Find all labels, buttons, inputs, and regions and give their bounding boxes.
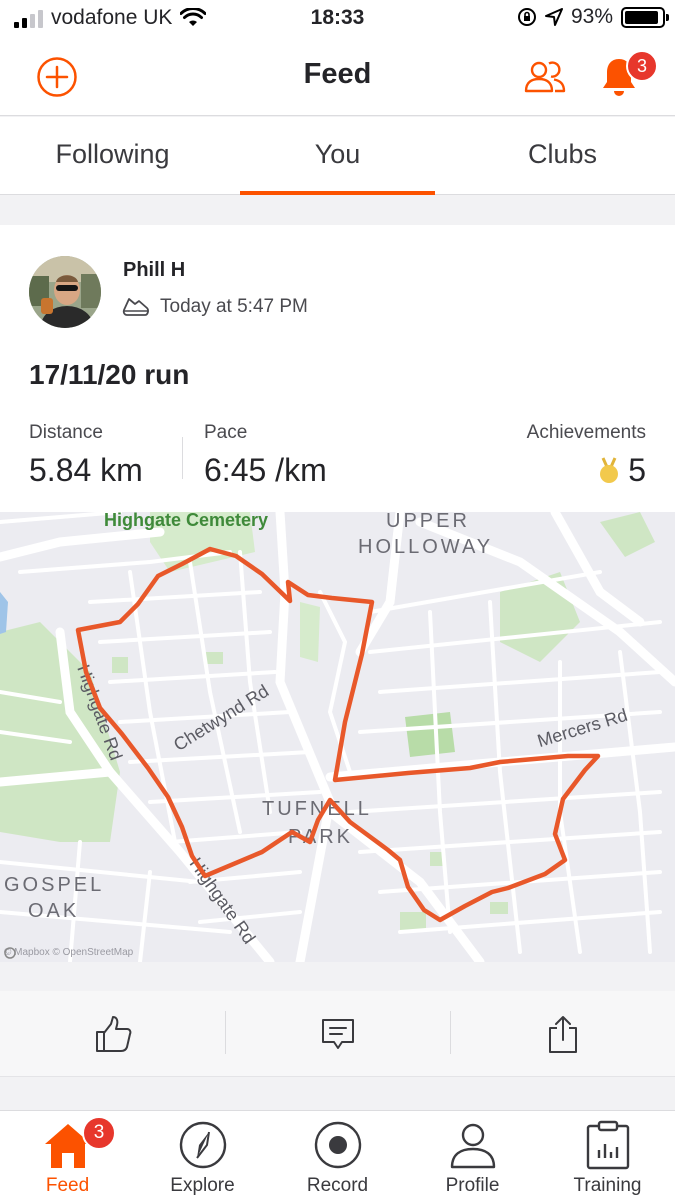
notification-badge: 3	[626, 50, 658, 82]
nav-record[interactable]: Record	[270, 1111, 405, 1200]
avatar[interactable]	[29, 256, 101, 328]
nav-explore[interactable]: Explore	[135, 1111, 270, 1200]
nav-profile[interactable]: Profile	[405, 1111, 540, 1200]
nav-record-label: Record	[306, 1175, 369, 1196]
activity-card[interactable]: Phill H Today at 5:47 PM 17/11/20 run Di…	[0, 225, 675, 512]
share-button[interactable]	[450, 991, 675, 1076]
activity-meta: Today at 5:47 PM	[122, 295, 308, 319]
activity-actions	[0, 991, 675, 1077]
comment-button[interactable]	[225, 991, 450, 1076]
distance-stat: Distance 5.84 km	[29, 422, 143, 489]
tab-clubs[interactable]: Clubs	[450, 117, 675, 194]
pace-label: Pace	[204, 422, 248, 443]
battery-percent: 93%	[570, 5, 613, 28]
compass-icon	[179, 1121, 226, 1169]
notifications-button[interactable]: 3	[596, 50, 658, 102]
distance-label: Distance	[29, 422, 103, 443]
tab-you[interactable]: You	[225, 117, 450, 195]
nav-training[interactable]: Training	[540, 1111, 675, 1200]
comment-icon	[321, 1018, 354, 1049]
nav-explore-label: Explore	[170, 1175, 235, 1196]
status-bar: vodafone UK 18:33 93%	[0, 0, 675, 40]
medal-icon	[600, 456, 619, 483]
page-title: Feed	[303, 58, 372, 90]
achievements-label: Achievements	[526, 422, 646, 443]
nav-feed[interactable]: 3 Feed	[0, 1111, 135, 1200]
shoe-icon	[122, 298, 149, 316]
status-right: 93%	[517, 5, 669, 29]
activity-timestamp: Today at 5:47 PM	[160, 296, 308, 317]
stat-divider	[182, 437, 183, 479]
route-line	[75, 546, 601, 923]
kudos-button[interactable]	[0, 991, 225, 1076]
map-attribution[interactable]: © Mapbox © OpenStreetMap	[4, 947, 133, 959]
record-icon	[314, 1121, 361, 1169]
distance-value: 5.84 km	[29, 452, 143, 488]
mapbox-logo-icon	[4, 947, 16, 959]
location-arrow-icon	[544, 8, 563, 26]
athlete-name[interactable]: Phill H	[123, 259, 185, 282]
app-header: Feed 3	[0, 40, 675, 116]
achievements-stat[interactable]: Achievements 5	[527, 422, 646, 489]
achievements-value: 5	[628, 452, 646, 488]
nav-profile-label: Profile	[445, 1175, 500, 1196]
nav-feed-label: Feed	[45, 1175, 90, 1196]
route-map[interactable]: Highgate Cemetery UPPER HOLLOWAY Chetwyn…	[0, 512, 675, 962]
feed-tabs: Following You Clubs	[0, 117, 675, 195]
tab-following[interactable]: Following	[0, 117, 225, 194]
feed-badge: 3	[82, 1116, 116, 1150]
people-icon	[524, 61, 566, 93]
pace-value: 6:45 /km	[204, 452, 327, 488]
thumbs-up-icon	[95, 1015, 131, 1052]
bottom-nav: 3 Feed Explore Record Profile Training	[0, 1110, 675, 1200]
find-friends-button[interactable]	[522, 54, 568, 100]
training-clipboard-icon	[586, 1120, 629, 1170]
battery-icon	[621, 6, 669, 28]
pace-stat: Pace 6:45 /km	[204, 422, 327, 489]
orientation-lock-icon	[517, 8, 536, 26]
activity-title[interactable]: 17/11/20 run	[29, 359, 189, 391]
nav-training-label: Training	[573, 1175, 642, 1196]
profile-icon	[450, 1123, 495, 1169]
share-icon	[548, 1015, 577, 1053]
